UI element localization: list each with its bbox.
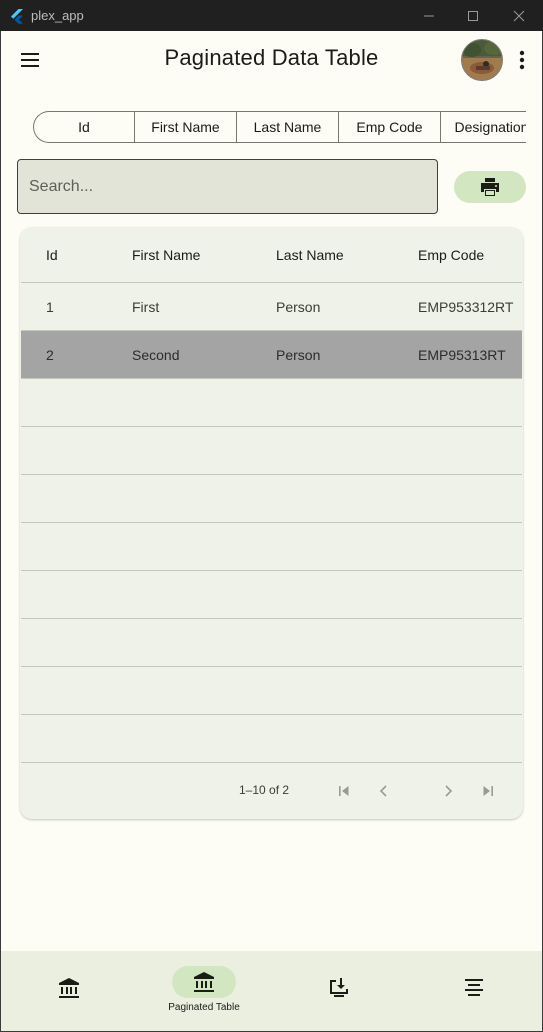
nav-item-paginated-table[interactable]: Paginated Table — [154, 951, 254, 1031]
cell-first-name: Second — [132, 346, 180, 363]
segment-first-name[interactable]: First Name — [135, 112, 237, 142]
empty-table-row — [21, 667, 522, 715]
bank-icon — [59, 978, 79, 998]
user-avatar[interactable] — [461, 39, 503, 81]
avatar-image — [462, 40, 502, 80]
cell-id: 1 — [46, 298, 54, 315]
cell-first-name: First — [132, 298, 160, 315]
window-titlebar: plex_app — [0, 0, 543, 31]
segment-emp-code[interactable]: Emp Code — [339, 112, 441, 142]
previous-page-button[interactable] — [372, 779, 396, 803]
first-page-icon — [339, 786, 349, 796]
app-bar: Paginated Data Table — [1, 31, 542, 89]
empty-table-row — [21, 619, 522, 667]
column-header-id[interactable]: Id — [46, 247, 58, 263]
minimize-button[interactable] — [406, 0, 452, 31]
window-title: plex_app — [31, 8, 84, 23]
nav-item-download[interactable] — [315, 951, 363, 1031]
maximize-icon — [468, 10, 478, 21]
empty-table-row — [21, 715, 522, 763]
more-options-button[interactable] — [511, 45, 533, 75]
table-pagination: 1–10 of 2 — [20, 763, 523, 819]
close-icon — [513, 10, 525, 21]
empty-table-row — [21, 475, 522, 523]
flutter-logo-icon — [11, 8, 23, 24]
more-vertical-icon — [519, 50, 525, 70]
cell-last-name: Person — [276, 346, 321, 363]
segment-last-name[interactable]: Last Name — [237, 112, 339, 142]
table-header-row: Id First Name Last Name Emp Code — [21, 227, 522, 283]
first-page-button[interactable] — [332, 779, 356, 803]
chevron-right-icon — [445, 785, 453, 797]
nav-item-format[interactable] — [450, 951, 498, 1031]
close-button[interactable] — [496, 0, 542, 31]
pagination-range: 1–10 of 2 — [239, 783, 290, 797]
maximize-button[interactable] — [450, 0, 496, 31]
empty-table-row — [21, 427, 522, 475]
empty-table-row — [21, 379, 522, 427]
cell-id: 2 — [46, 346, 54, 363]
segment-id[interactable]: Id — [34, 112, 135, 142]
bottom-navigation-bar: Paginated Table — [1, 951, 542, 1031]
empty-table-row — [21, 523, 522, 571]
empty-table-row — [21, 571, 522, 619]
nav-label-paginated-table: Paginated Table — [168, 1002, 240, 1013]
last-page-button[interactable] — [476, 779, 500, 803]
search-input[interactable]: Search... — [17, 159, 438, 214]
cell-emp-code: EMP95313RT — [418, 346, 506, 363]
segment-designation[interactable]: Designation — [441, 112, 526, 142]
next-page-button[interactable] — [436, 779, 460, 803]
paginated-data-table: Id First Name Last Name Emp Code 1 First… — [20, 227, 523, 819]
column-header-last-name[interactable]: Last Name — [276, 247, 344, 263]
minimize-icon — [424, 15, 434, 16]
column-selector: Id First Name Last Name Emp Code Designa… — [33, 111, 526, 143]
nav-item-home[interactable] — [45, 951, 93, 1031]
table-row[interactable]: 1 First Person EMP953312RT — [21, 283, 522, 331]
column-header-first-name[interactable]: First Name — [132, 247, 200, 263]
chevron-left-icon — [379, 785, 387, 797]
column-header-emp-code[interactable]: Emp Code — [418, 247, 484, 263]
cell-emp-code: EMP953312RT — [418, 298, 514, 315]
print-button[interactable] — [454, 171, 526, 203]
align-center-icon — [465, 979, 483, 996]
cell-last-name: Person — [276, 298, 321, 315]
table-row-selected[interactable]: 2 Second Person EMP95313RT — [21, 331, 522, 379]
printer-icon — [481, 178, 499, 196]
bank-icon — [194, 972, 214, 992]
last-page-icon — [483, 786, 493, 796]
download-to-device-icon — [330, 978, 348, 997]
